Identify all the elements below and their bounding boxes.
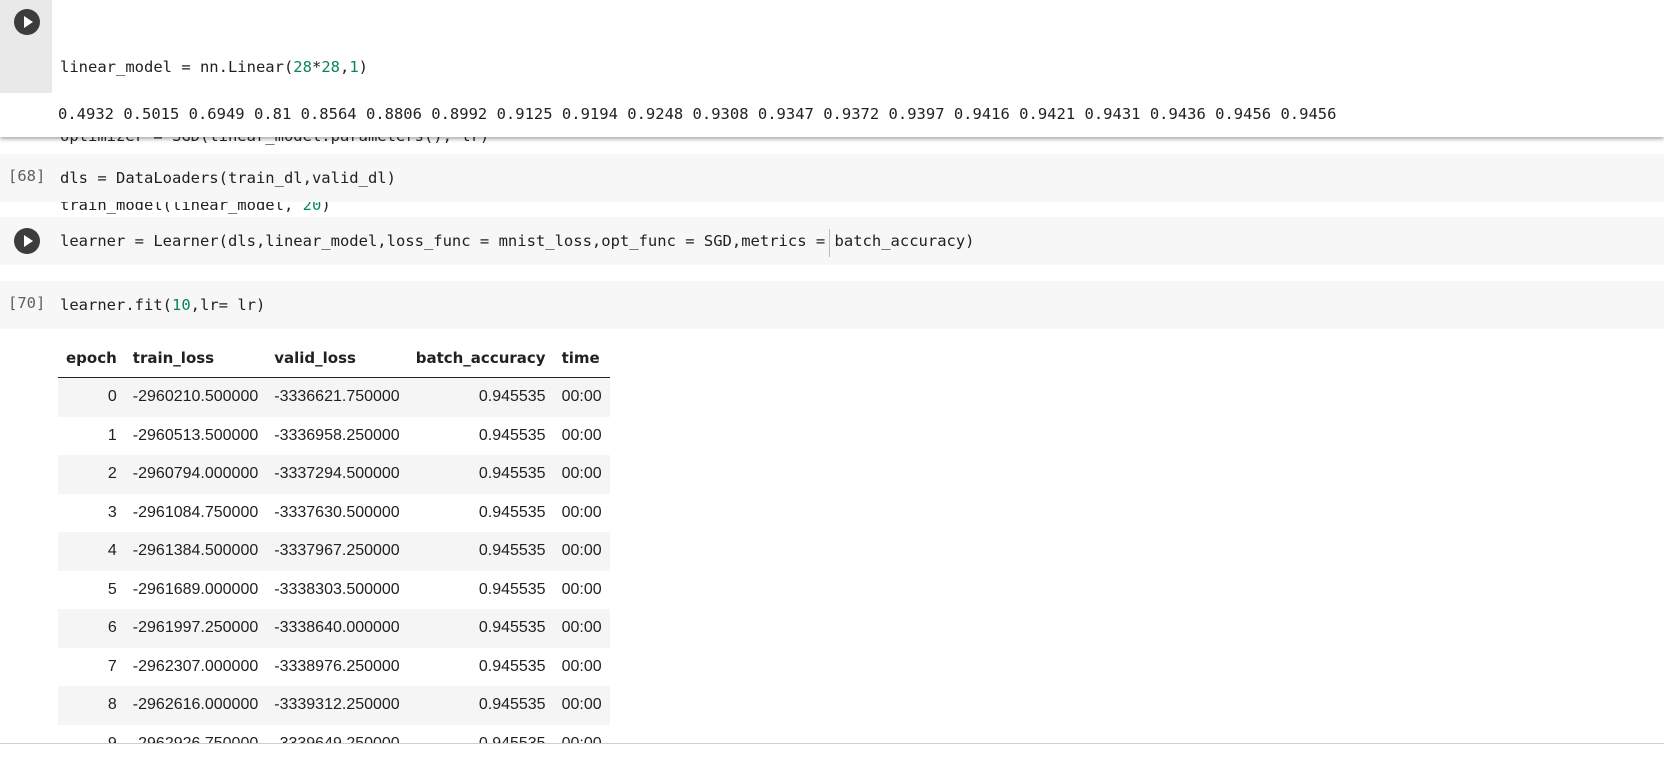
bottom-edge [0, 744, 1664, 750]
table-cell: -3339312.250000 [266, 686, 407, 725]
table-cell: -2961084.750000 [125, 494, 266, 533]
table-cell: 0.945535 [408, 378, 554, 417]
table-row: 8-2962616.000000-3339312.2500000.9455350… [58, 686, 610, 725]
column-header-time: time [554, 339, 610, 378]
table-cell: 0 [58, 378, 125, 417]
table-cell: 0.945535 [408, 686, 554, 725]
table-row: 7-2962307.000000-3338976.2500000.9455350… [58, 648, 610, 687]
table-cell: 5 [58, 571, 125, 610]
cell-output-area: 0.4932 0.5015 0.6949 0.81 0.8564 0.8806 … [0, 93, 1664, 137]
table-cell: -3338976.250000 [266, 648, 407, 687]
table-cell: 0.945535 [408, 648, 554, 687]
run-cell-button[interactable] [14, 9, 40, 35]
table-cell: -3336958.250000 [266, 417, 407, 456]
code-editor[interactable]: learner.fit(10,lr= lr) [60, 294, 265, 317]
table-cell: -3338303.500000 [266, 571, 407, 610]
table-cell: 3 [58, 494, 125, 533]
table-row: 1-2960513.500000-3336958.2500000.9455350… [58, 417, 610, 456]
table-cell: 00:00 [554, 686, 610, 725]
table-row: 6-2961997.250000-3338640.0000000.9455350… [58, 609, 610, 648]
table-cell: 2 [58, 455, 125, 494]
table-cell: 8 [58, 686, 125, 725]
table-cell: -2962616.000000 [125, 686, 266, 725]
code-editor[interactable]: dls = DataLoaders(train_dl,valid_dl) [60, 167, 396, 190]
code-cell-dataloaders[interactable]: [68] dls = DataLoaders(train_dl,valid_dl… [0, 154, 1664, 202]
table-cell: 6 [58, 609, 125, 648]
table-cell: 1 [58, 417, 125, 456]
execution-count: [68] [8, 167, 45, 185]
code-cell-learner[interactable]: learner = Learner(dls,linear_model,loss_… [0, 217, 1664, 265]
table-cell: 0.945535 [408, 455, 554, 494]
table-cell: 00:00 [554, 378, 610, 417]
table-cell: 00:00 [554, 532, 610, 571]
table-cell: -2961997.250000 [125, 609, 266, 648]
table-cell: -3338640.000000 [266, 609, 407, 648]
table-cell: -3337294.500000 [266, 455, 407, 494]
table-cell: -3336621.750000 [266, 378, 407, 417]
table-cell: 0.945535 [408, 532, 554, 571]
table-cell: 0.945535 [408, 571, 554, 610]
table-cell: 0.945535 [408, 494, 554, 533]
column-header-epoch: epoch [58, 339, 125, 378]
table-cell: 0.945535 [408, 417, 554, 456]
table-cell: -3337967.250000 [266, 532, 407, 571]
table-cell: 4 [58, 532, 125, 571]
code-cell-train-model[interactable]: linear_model = nn.Linear(28*28,1) optimi… [0, 0, 1664, 137]
table-cell: -2961689.000000 [125, 571, 266, 610]
results-table: epoch train_loss valid_loss batch_accura… [58, 339, 610, 763]
run-cell-button[interactable] [14, 228, 40, 254]
code-editor[interactable]: learner = Learner(dls,linear_model,loss_… [60, 230, 975, 253]
table-row: 2-2960794.000000-3337294.5000000.9455350… [58, 455, 610, 494]
table-cell: 0.945535 [408, 609, 554, 648]
table-cell: -2960794.000000 [125, 455, 266, 494]
text-cursor [829, 229, 830, 257]
table-cell: -2960210.500000 [125, 378, 266, 417]
table-header-row: epoch train_loss valid_loss batch_accura… [58, 339, 610, 378]
cell-output-text: 0.4932 0.5015 0.6949 0.81 0.8564 0.8806 … [58, 105, 1336, 123]
table-cell: -2960513.500000 [125, 417, 266, 456]
table-cell: 00:00 [554, 648, 610, 687]
table-cell: -2962307.000000 [125, 648, 266, 687]
table-cell: 7 [58, 648, 125, 687]
column-header-batch-accuracy: batch_accuracy [408, 339, 554, 378]
code-line: linear_model = nn.Linear(28*28,1) [60, 56, 489, 79]
column-header-train-loss: train_loss [125, 339, 266, 378]
table-row: 0-2960210.500000-3336621.7500000.9455350… [58, 378, 610, 417]
table-cell: -3337630.500000 [266, 494, 407, 533]
code-cell-fit[interactable]: [70] learner.fit(10,lr= lr) [0, 281, 1664, 329]
table-row: 4-2961384.500000-3337967.2500000.9455350… [58, 532, 610, 571]
table-cell: 00:00 [554, 455, 610, 494]
table-cell: -2961384.500000 [125, 532, 266, 571]
execution-count: [70] [8, 294, 45, 312]
table-row: 5-2961689.000000-3338303.5000000.9455350… [58, 571, 610, 610]
table-cell: 00:00 [554, 609, 610, 648]
table-cell: 00:00 [554, 417, 610, 456]
table-cell: 00:00 [554, 571, 610, 610]
table-cell: 00:00 [554, 494, 610, 533]
column-header-valid-loss: valid_loss [266, 339, 407, 378]
table-row: 3-2961084.750000-3337630.5000000.9455350… [58, 494, 610, 533]
